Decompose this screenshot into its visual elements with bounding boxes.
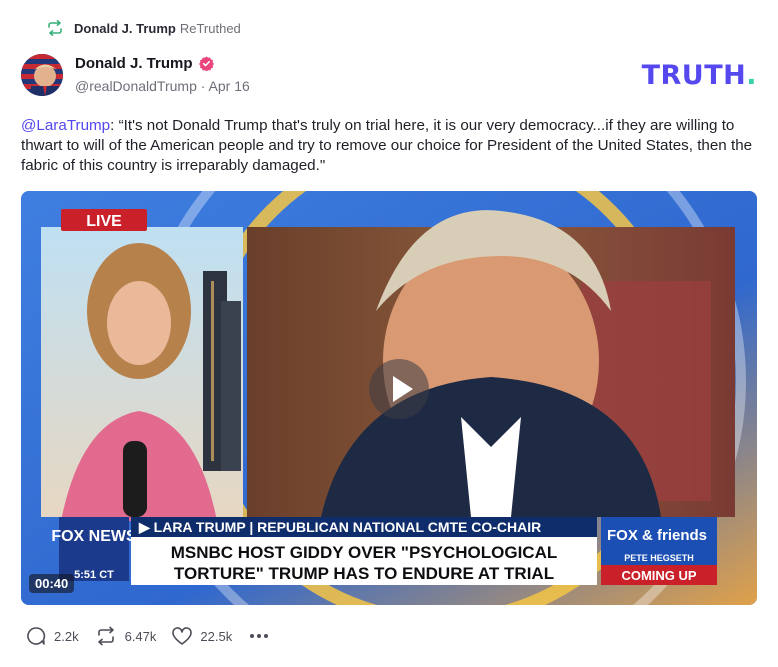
retruth-author-name[interactable]: Donald J. Trump	[74, 21, 176, 36]
network-logo: FOX NEWS	[51, 528, 137, 545]
author-display-name[interactable]: Donald J. Trump	[75, 55, 193, 72]
video-player[interactable]: LIVE FOX NEWS 5:51 CT ▶ LARA TRUMP | REP…	[21, 191, 757, 605]
more-dot	[257, 634, 262, 638]
post-actions: 2.2k 6.47k 22.5k	[26, 626, 270, 646]
play-icon	[393, 376, 413, 402]
lower-third-top: ▶ LARA TRUMP | REPUBLICAN NATIONAL CMTE …	[138, 519, 541, 535]
headline-line-2: TORTURE" TRUMP HAS TO ENDURE AT TRIAL	[174, 564, 554, 583]
retruth-icon	[48, 20, 62, 36]
avatar[interactable]	[21, 54, 63, 96]
promo-show: FOX & friends	[607, 527, 707, 544]
retruth-header: Donald J. Trump ReTruthed	[46, 18, 241, 38]
author-handle[interactable]: @realDonaldTrump	[75, 78, 197, 94]
play-button[interactable]	[369, 359, 429, 419]
retruth-button[interactable]: 6.47k	[95, 626, 157, 646]
like-count: 22.5k	[200, 628, 233, 644]
headline-line-1: MSNBC HOST GIDDY OVER "PSYCHOLOGICAL	[171, 543, 558, 562]
post-author: Donald J. Trump @realDonaldTrump · Apr 1…	[75, 55, 250, 94]
more-dot	[250, 634, 255, 638]
reply-button[interactable]: 2.2k	[26, 626, 79, 646]
video-duration: 00:40	[29, 574, 75, 593]
post-body: @LaraTrump: “It's not Donald Trump that'…	[21, 116, 761, 176]
meta-separator: ·	[200, 78, 206, 94]
reply-icon	[27, 627, 46, 645]
more-dot	[264, 634, 269, 638]
logo-text: TRUTH	[641, 60, 747, 91]
heart-icon	[172, 626, 193, 645]
verified-badge-icon	[198, 56, 214, 71]
mention-link[interactable]: @LaraTrump	[21, 117, 110, 134]
post-date[interactable]: Apr 16	[209, 78, 250, 94]
promo-cta: COMING UP	[621, 568, 696, 583]
reply-count: 2.2k	[54, 628, 79, 644]
more-icon[interactable]	[248, 630, 270, 642]
promo-name: PETE HEGSETH	[624, 553, 694, 563]
logo-dot: .	[746, 60, 757, 91]
post-text: : “It's not Donald Trump that's truly on…	[21, 117, 753, 174]
truth-logo: TRUTH.	[642, 60, 757, 91]
retruth-icon	[97, 626, 114, 646]
broadcast-clock: 5:51 CT	[74, 569, 114, 581]
live-badge: LIVE	[86, 213, 122, 230]
retruth-label: ReTruthed	[179, 20, 241, 36]
like-button[interactable]: 22.5k	[172, 626, 233, 646]
retruth-count: 6.47k	[124, 628, 157, 644]
